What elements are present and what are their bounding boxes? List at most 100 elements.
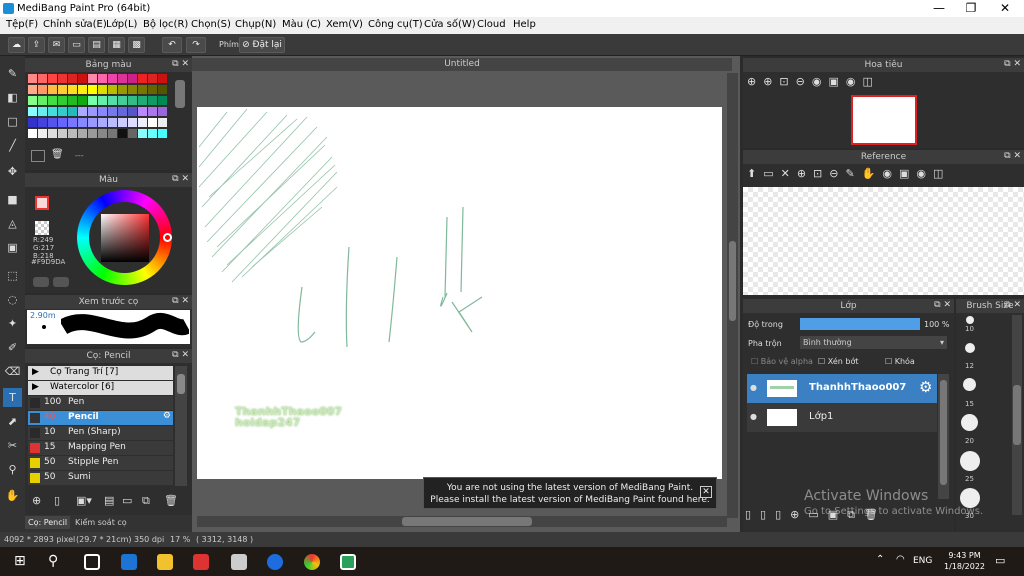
panel-controls-icon[interactable]: ⧉ ✕ xyxy=(1004,300,1021,310)
file-explorer-icon[interactable] xyxy=(157,554,173,570)
minimize-button[interactable]: — xyxy=(922,0,956,17)
gear-icon[interactable]: ⚙ xyxy=(919,378,932,396)
color-swatch[interactable] xyxy=(28,96,37,105)
color-swatch[interactable] xyxy=(148,118,157,127)
gradient-tool-icon[interactable]: ▣ xyxy=(3,238,22,257)
color-swatch[interactable] xyxy=(58,129,67,138)
color-swatch[interactable] xyxy=(128,74,137,83)
color-swatch[interactable] xyxy=(108,107,117,116)
rect-tool-icon[interactable]: □ xyxy=(3,112,22,131)
color-swatch[interactable] xyxy=(108,118,117,127)
undo-icon[interactable]: ↶ xyxy=(162,37,182,53)
vscroll-thumb[interactable] xyxy=(729,241,736,321)
select-pen-icon[interactable]: ✐ xyxy=(3,338,22,357)
color-swatch[interactable] xyxy=(98,129,107,138)
layer-scroll-thumb[interactable] xyxy=(940,380,947,485)
canvas-hscroll[interactable] xyxy=(197,516,727,527)
close-button[interactable]: ✕ xyxy=(988,0,1022,17)
task-view-icon[interactable] xyxy=(84,554,100,570)
brush-item[interactable]: 40 Pencil ⚙ xyxy=(28,411,173,425)
color-swatch[interactable] xyxy=(68,74,77,83)
color-swatch[interactable] xyxy=(158,96,167,105)
visibility-icon[interactable]: ● xyxy=(750,412,757,421)
menu-filter[interactable]: Bộ lọc(R) xyxy=(143,19,188,30)
color-swatch[interactable] xyxy=(88,107,97,116)
brush-list-scrollbar[interactable] xyxy=(175,366,187,486)
color-swatch[interactable] xyxy=(158,129,167,138)
menu-file[interactable]: Tệp(F) xyxy=(6,19,38,30)
color-swatch[interactable] xyxy=(48,107,57,116)
color-swatch[interactable] xyxy=(38,118,47,127)
color-swatch[interactable] xyxy=(158,118,167,127)
menu-capture[interactable]: Chụp(N) xyxy=(235,19,276,30)
medibang-taskbar-icon[interactable] xyxy=(340,554,356,570)
color-swatch[interactable] xyxy=(128,96,137,105)
menu-select[interactable]: Chọn(S) xyxy=(191,19,231,30)
chrome-icon[interactable] xyxy=(304,554,320,570)
lasso-tool-icon[interactable]: ◌ xyxy=(3,290,22,309)
brush-item[interactable]: 10 Pen (Sharp) xyxy=(28,426,173,440)
color-swatch[interactable] xyxy=(88,118,97,127)
brush-item[interactable]: 15 Mapping Pen xyxy=(28,441,173,455)
color-swatch[interactable] xyxy=(28,107,37,116)
panel-controls-icon[interactable]: ⧉ ✕ xyxy=(172,350,189,360)
layer-row[interactable]: ● Lớp1 xyxy=(747,403,937,432)
app-red-icon[interactable] xyxy=(193,554,209,570)
folder-icon[interactable]: ▭ xyxy=(122,494,132,507)
bucket-tool-icon[interactable]: ◬ xyxy=(3,214,22,233)
maximize-button[interactable]: ❐ xyxy=(954,0,988,17)
panel-controls-icon[interactable]: ⧉ ✕ xyxy=(1004,151,1021,161)
color-swatch[interactable] xyxy=(78,74,87,83)
brush-size-dot[interactable] xyxy=(960,451,980,471)
select-eraser-icon[interactable]: ⌫ xyxy=(3,362,22,381)
redo-icon[interactable]: ↷ xyxy=(186,37,206,53)
color-swatch[interactable] xyxy=(48,129,57,138)
color-swatch[interactable] xyxy=(38,74,47,83)
color-swatch[interactable] xyxy=(108,96,117,105)
color-swatch[interactable] xyxy=(138,85,147,94)
eyedropper-icon[interactable]: ⚲ xyxy=(3,460,22,479)
color-swatch[interactable] xyxy=(68,96,77,105)
tab-brush-control[interactable]: Kiểm soát cọ xyxy=(72,516,130,529)
brush-item[interactable]: 50 Sumi xyxy=(28,471,173,485)
clipping-checkbox[interactable]: ☐ Xén bớt xyxy=(818,357,858,366)
brush-menu-icon[interactable]: ▣▾ xyxy=(76,494,92,507)
color-picker-icon[interactable] xyxy=(53,277,69,287)
color-swatch[interactable] xyxy=(118,96,127,105)
color-swatch[interactable] xyxy=(38,96,47,105)
navigator-zoom-controls[interactable]: ⊕⊕⊡⊖◉▣◉◫ xyxy=(747,75,927,93)
color-swatch[interactable] xyxy=(128,107,137,116)
drawing-canvas[interactable]: ThanhhThaoo007 hoidap247 xyxy=(197,107,722,479)
panel-controls-icon[interactable]: ⧉ ✕ xyxy=(172,174,189,184)
color-swatch[interactable] xyxy=(148,129,157,138)
color-swatch[interactable] xyxy=(78,85,87,94)
canvas-tab[interactable]: Untitled xyxy=(192,58,732,71)
color-swatch[interactable] xyxy=(138,74,147,83)
swatch-scrollbar[interactable] xyxy=(175,80,185,108)
color-swatch[interactable] xyxy=(68,129,77,138)
text-tool-icon[interactable]: T xyxy=(3,388,22,407)
protect-alpha-checkbox[interactable]: ☐ Bảo vệ alpha xyxy=(751,357,813,366)
reference-area[interactable] xyxy=(743,187,1024,295)
color-swatch[interactable] xyxy=(118,129,127,138)
menu-edit[interactable]: Chỉnh sửa(E) xyxy=(43,19,107,30)
color-swatch[interactable] xyxy=(68,107,77,116)
color-swatch[interactable] xyxy=(118,118,127,127)
saturation-box[interactable] xyxy=(101,214,149,262)
search-icon[interactable]: ⚲ xyxy=(48,553,58,569)
magic-wand-icon[interactable]: ✦ xyxy=(3,314,22,333)
color-swatch[interactable] xyxy=(98,118,107,127)
clock[interactable]: 9:43 PM 1/18/2022 xyxy=(944,550,985,572)
brush-item[interactable]: 50 Stipple Pen xyxy=(28,456,173,470)
color-swatch[interactable] xyxy=(118,85,127,94)
color-swatch[interactable] xyxy=(48,74,57,83)
brush-group-row[interactable]: ▶ Cọ Trang Trí [7] xyxy=(28,366,173,380)
color-swatch[interactable] xyxy=(98,96,107,105)
color-swatch[interactable] xyxy=(128,85,137,94)
lock-checkbox[interactable]: ☐ Khóa xyxy=(885,357,915,366)
color-swatch[interactable] xyxy=(88,85,97,94)
paint-app-icon[interactable] xyxy=(231,554,247,570)
color-swatch[interactable] xyxy=(138,118,147,127)
color-swatch[interactable] xyxy=(98,85,107,94)
tiles-icon[interactable]: ▩ xyxy=(128,37,145,53)
